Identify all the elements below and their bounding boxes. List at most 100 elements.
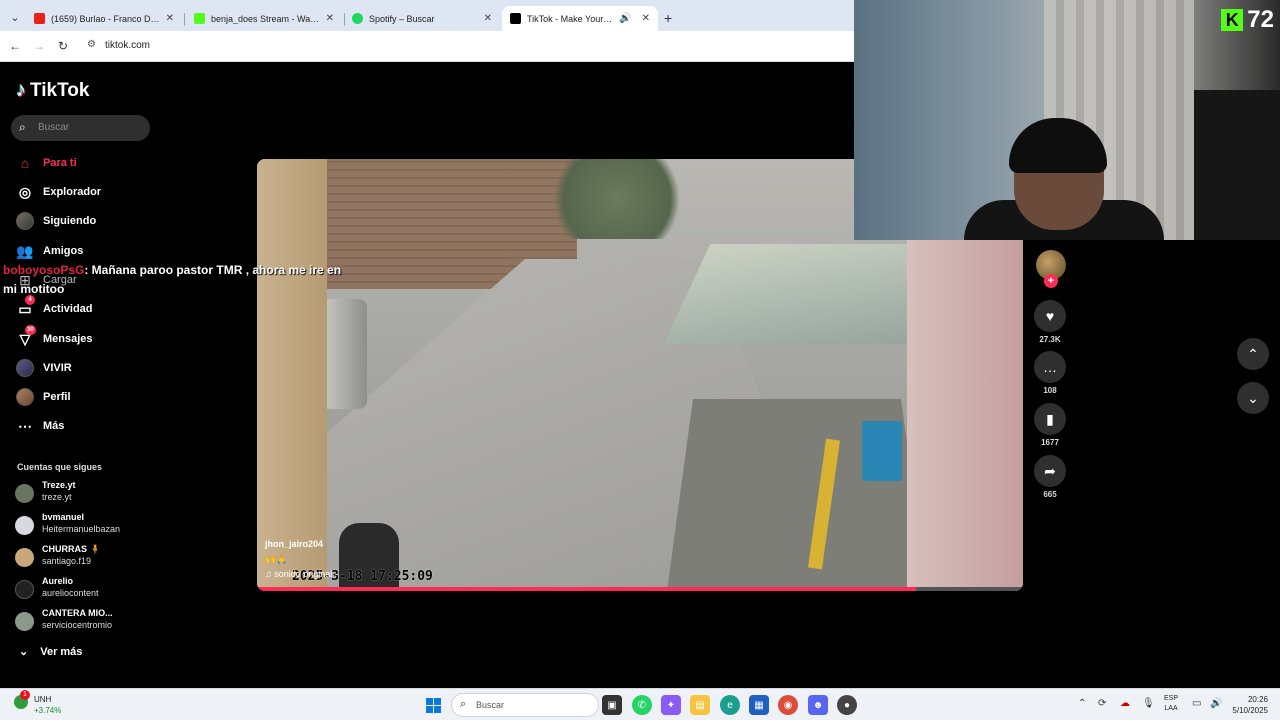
tab-divider bbox=[184, 13, 185, 26]
kick-icon bbox=[194, 13, 205, 24]
next-video-button[interactable]: ⌄ bbox=[1237, 382, 1269, 414]
stream-badge: K 72 bbox=[1221, 6, 1274, 34]
site-info-icon[interactable]: ⚙ bbox=[87, 39, 96, 50]
volume-icon[interactable]: 🔊 bbox=[1210, 698, 1222, 709]
discord-icon[interactable]: ☻ bbox=[808, 695, 828, 715]
chevron-down-icon: ⌄ bbox=[1247, 389, 1259, 406]
nav-item-mas[interactable]: ⋯ Más bbox=[16, 416, 64, 436]
nav-item-actividad[interactable]: ▭ 4 Actividad bbox=[16, 295, 93, 319]
clock-time: 20:26 bbox=[1247, 695, 1268, 704]
account-name: CANTERA MIO... bbox=[42, 608, 113, 618]
microphone-icon[interactable]: 🎙 bbox=[1142, 698, 1155, 709]
account-handle: santiago.f19 bbox=[42, 556, 92, 566]
reload-icon[interactable]: ↻ bbox=[56, 39, 70, 53]
video-scene-cooler bbox=[862, 421, 902, 481]
address-bar[interactable]: tiktok.com bbox=[105, 40, 150, 51]
tab-title: (1659) Burlao - Franco Danós bbox=[51, 13, 160, 24]
chevron-up-icon: ⌃ bbox=[1247, 345, 1259, 362]
chevron-up-icon[interactable]: ⌃ bbox=[1078, 698, 1086, 709]
nav-item-amigos[interactable]: 👥 Amigos bbox=[16, 241, 83, 261]
tab-tiktok[interactable]: TikTok - Make Your Day 🔊 ✕ bbox=[502, 6, 658, 31]
forward-arrow-icon[interactable]: → bbox=[32, 39, 46, 53]
screen: ⌄ (1659) Burlao - Franco Danós ✕ benja_d… bbox=[0, 0, 1280, 720]
tab-search-button[interactable]: ⌄ bbox=[6, 9, 24, 27]
see-more-button[interactable]: ⌄ Ver más bbox=[19, 645, 83, 659]
tiktok-icon: ♪ bbox=[16, 79, 26, 101]
back-arrow-icon[interactable]: ← bbox=[8, 39, 22, 53]
search-input[interactable]: ⌕ Buscar bbox=[11, 115, 150, 141]
obs-icon[interactable]: ● bbox=[837, 695, 857, 715]
nav-item-mensajes[interactable]: ▽ 30 Mensajes bbox=[16, 325, 93, 349]
friends-icon: 👥 bbox=[16, 242, 34, 259]
language-indicator[interactable]: ESP LAA bbox=[1164, 694, 1178, 714]
task-view-icon[interactable]: ▣ bbox=[602, 695, 622, 715]
save-count: 1677 bbox=[1041, 438, 1059, 447]
speaker-icon[interactable]: 🔊 bbox=[619, 13, 631, 24]
video-sound[interactable]: ♫ sonido original - bbox=[265, 567, 338, 582]
start-button[interactable] bbox=[426, 698, 441, 713]
close-icon[interactable]: ✕ bbox=[642, 13, 650, 24]
like-button[interactable]: ♥ 27.3K bbox=[1034, 300, 1066, 344]
nav-item-siguiendo[interactable]: Siguiendo bbox=[16, 211, 96, 231]
copilot-icon[interactable]: ✦ bbox=[661, 695, 681, 715]
youtube-icon bbox=[34, 13, 45, 24]
system-clock[interactable]: 20:26 5/10/2025 bbox=[1228, 694, 1268, 716]
nav-item-para-ti[interactable]: ⌂ Para ti bbox=[16, 153, 77, 173]
account-handle: aureliocontent bbox=[42, 588, 99, 598]
chat-username: boboyosoPsG bbox=[3, 263, 85, 277]
notification-badge: 1 bbox=[20, 690, 30, 700]
stock-label: UNH bbox=[34, 695, 52, 704]
avatar bbox=[15, 548, 34, 567]
previous-video-button[interactable]: ⌃ bbox=[1237, 338, 1269, 370]
nav-item-vivir[interactable]: VIVIR bbox=[16, 358, 72, 378]
chrome-icon[interactable]: ◉ bbox=[778, 695, 798, 715]
share-button[interactable]: ➦ 665 bbox=[1034, 455, 1066, 499]
comment-button[interactable]: … 108 bbox=[1034, 351, 1066, 395]
nav-label: Amigos bbox=[43, 245, 84, 257]
tab-strip: ⌄ (1659) Burlao - Franco Danós ✕ benja_d… bbox=[0, 5, 854, 31]
tab-youtube[interactable]: (1659) Burlao - Franco Danós ✕ bbox=[26, 6, 182, 31]
store-icon[interactable]: ▦ bbox=[749, 695, 769, 715]
stream-chat-message: boboyosoPsG: Mañana paroo pastor TMR , a… bbox=[3, 261, 353, 299]
network-icon[interactable]: ▭ bbox=[1192, 698, 1201, 709]
taskbar-search-placeholder: Buscar bbox=[476, 700, 505, 710]
see-more-label: Ver más bbox=[40, 645, 83, 658]
activity-icon: ▭ 4 bbox=[16, 295, 35, 318]
close-icon[interactable]: ✕ bbox=[484, 13, 492, 24]
following-item[interactable]: bvmanuel Heitermanuelbazan bbox=[15, 511, 165, 539]
tab-kick[interactable]: benja_does Stream - Watch Live ✕ bbox=[186, 6, 342, 31]
video-author[interactable]: jhon_jairo204 bbox=[265, 537, 338, 552]
logo-text: TikTok bbox=[30, 79, 90, 101]
windows-taskbar: 1 UNH +3.74% ⌕ Buscar ▣ ✆ ✦ ▤ e ▦ ◉ ☻ ● … bbox=[0, 688, 1280, 720]
sync-icon[interactable]: ⟳ bbox=[1098, 698, 1106, 709]
tab-title: TikTok - Make Your Day bbox=[527, 13, 614, 24]
nav-item-perfil[interactable]: Perfil bbox=[16, 387, 71, 407]
following-item[interactable]: Aurelio aureliocontent bbox=[15, 575, 165, 603]
new-tab-button[interactable]: + bbox=[664, 10, 672, 26]
save-button[interactable]: ▮ 1677 bbox=[1034, 403, 1066, 447]
tab-spotify[interactable]: Spotify – Buscar ✕ bbox=[344, 6, 500, 31]
share-icon: ➦ bbox=[1034, 455, 1066, 487]
kick-icon: K bbox=[1221, 9, 1244, 31]
avatar bbox=[15, 484, 34, 503]
viewer-count: 72 bbox=[1247, 6, 1274, 33]
following-item[interactable]: CANTERA MIO... serviciocentromio bbox=[15, 607, 165, 635]
stock-widget[interactable]: 1 UNH +3.74% bbox=[14, 690, 74, 717]
following-item[interactable]: CHURRAS 🧍 santiago.f19 bbox=[15, 543, 165, 571]
nav-item-explorador[interactable]: ◎ Explorador bbox=[16, 182, 101, 202]
tiktok-logo[interactable]: ♪ TikTok bbox=[16, 79, 89, 102]
following-item[interactable]: Treze.yt treze.yt bbox=[15, 479, 165, 507]
close-icon[interactable]: ✕ bbox=[166, 13, 174, 24]
nav-label: Actividad bbox=[43, 303, 93, 315]
whatsapp-icon[interactable]: ✆ bbox=[632, 695, 652, 715]
like-count: 27.3K bbox=[1039, 335, 1061, 344]
app-tray-icon[interactable]: ☁ bbox=[1120, 698, 1130, 709]
follow-plus-icon[interactable]: + bbox=[1044, 274, 1058, 288]
close-icon[interactable]: ✕ bbox=[326, 13, 334, 24]
taskbar-search-input[interactable]: ⌕ Buscar bbox=[451, 693, 599, 717]
edge-icon[interactable]: e bbox=[720, 695, 740, 715]
account-name: bvmanuel bbox=[42, 512, 85, 522]
file-explorer-icon[interactable]: ▤ bbox=[690, 695, 710, 715]
search-icon: ⌕ bbox=[460, 698, 467, 710]
account-name: Treze.yt bbox=[42, 480, 76, 490]
